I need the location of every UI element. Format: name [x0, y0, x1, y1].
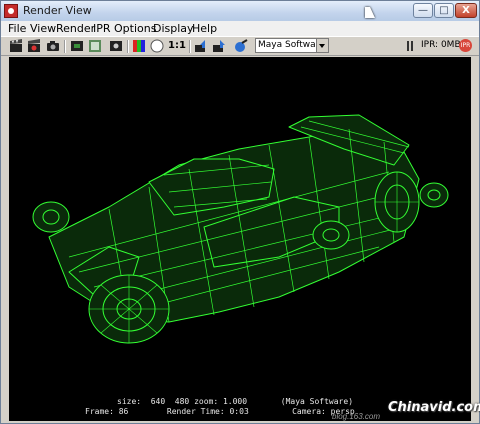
- remove-image-icon[interactable]: [109, 39, 123, 53]
- watermark-logo: Chinavid.com: [388, 400, 480, 415]
- render-region-icon[interactable]: [70, 39, 84, 53]
- render-view-window: Render View — □ X File View Render IPR O…: [0, 0, 480, 424]
- camera-snapshot-icon[interactable]: [46, 39, 60, 53]
- real-size-button[interactable]: 1:1: [168, 39, 186, 53]
- menu-bar: File View Render IPR Options Display Hel…: [1, 21, 479, 36]
- clapper-render-icon[interactable]: [27, 39, 41, 53]
- mouse-cursor-icon: [365, 7, 375, 18]
- alpha-channel-icon[interactable]: [150, 39, 164, 53]
- maya-app-icon: [4, 4, 18, 18]
- render-frame-info: Frame: 86 Render Time: 0:03 Camera: pers…: [85, 407, 355, 416]
- render-area: size: 640 480 zoom: 1.000 (Maya Software…: [1, 56, 479, 423]
- toolbar-separator: [189, 40, 191, 53]
- clapper-redo-icon[interactable]: [9, 39, 23, 53]
- render-toolbar: 1:1 Maya Software IPR: 0MB IPR: [1, 36, 479, 56]
- menu-options[interactable]: Options: [114, 22, 156, 35]
- maximize-button[interactable]: □: [434, 3, 454, 18]
- close-button[interactable]: X: [455, 3, 477, 18]
- ipr-memory-status: IPR: 0MB: [421, 40, 461, 50]
- chevron-down-icon: [316, 39, 328, 52]
- save-image-icon[interactable]: [212, 39, 226, 53]
- menu-help[interactable]: Help: [192, 22, 217, 35]
- toolbar-separator: [127, 40, 129, 53]
- pause-ipr-icon[interactable]: [407, 41, 414, 51]
- keep-image-icon[interactable]: [88, 39, 102, 53]
- rendered-image[interactable]: size: 640 480 zoom: 1.000 (Maya Software…: [9, 57, 471, 421]
- rgb-channel-icon[interactable]: [132, 39, 146, 53]
- menu-display[interactable]: Display: [153, 22, 194, 35]
- watermark-blog-url: blog.163.com: [332, 412, 381, 421]
- menu-view[interactable]: View: [30, 22, 56, 35]
- render-globals-icon[interactable]: [234, 39, 248, 53]
- load-image-icon[interactable]: [194, 39, 208, 53]
- menu-ipr[interactable]: IPR: [93, 22, 111, 35]
- renderer-value: Maya Software: [258, 40, 325, 50]
- render-size-info: size: 640 480 zoom: 1.000 (Maya Software…: [117, 397, 354, 406]
- window-title: Render View: [23, 4, 92, 17]
- menu-file[interactable]: File: [8, 22, 26, 35]
- ipr-render-icon[interactable]: IPR: [459, 39, 472, 52]
- minimize-button[interactable]: —: [413, 3, 433, 18]
- title-bar[interactable]: Render View — □ X: [1, 1, 479, 21]
- menu-render[interactable]: Render: [56, 22, 95, 35]
- renderer-dropdown[interactable]: Maya Software: [255, 38, 329, 53]
- toolbar-separator: [64, 40, 66, 53]
- car-wireframe-render: [32, 114, 449, 344]
